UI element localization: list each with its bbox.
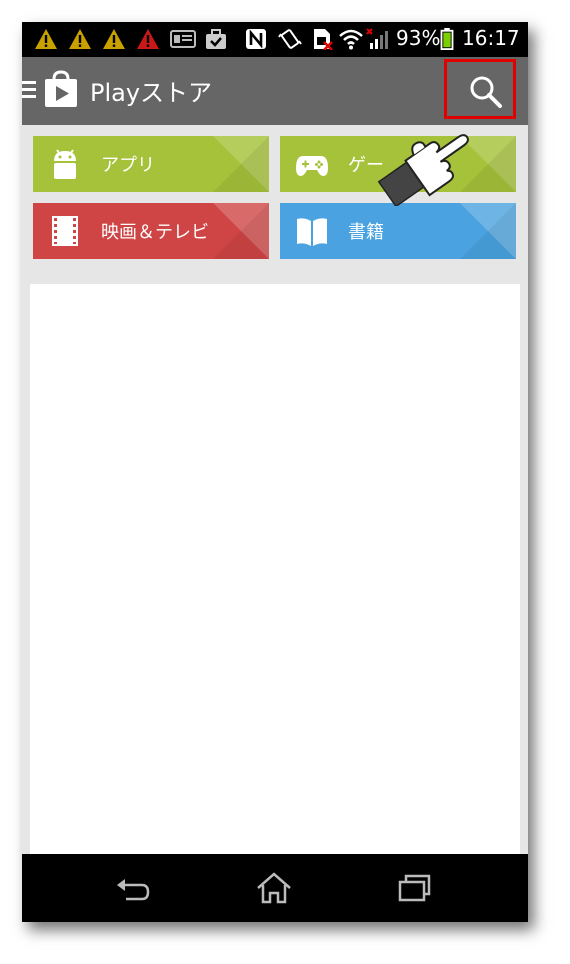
gamepad-icon [296, 156, 328, 176]
tile-corner-decoration [213, 203, 269, 259]
warning-icon [69, 29, 91, 49]
recent-apps-icon[interactable] [394, 868, 434, 908]
tile-label: 映画＆テレビ [101, 222, 209, 243]
warning-icon [103, 29, 125, 49]
android-icon [54, 149, 76, 179]
content-area [30, 284, 520, 858]
tile-label: アプリ [101, 155, 155, 176]
nfc-icon [246, 29, 266, 49]
menu-icon[interactable] [22, 81, 36, 99]
battery-percent: 93% [396, 26, 441, 50]
app-title: Playストア [90, 79, 213, 107]
navigation-bar [22, 854, 528, 922]
tile-label: 書籍 [348, 222, 384, 243]
tile-corner-decoration [213, 136, 269, 192]
home-icon[interactable] [254, 868, 294, 908]
briefcase-icon [206, 29, 226, 49]
sim-icon [314, 29, 333, 50]
warning-icon [35, 29, 57, 49]
category-tile-movies-tv[interactable]: 映画＆テレビ [33, 203, 269, 259]
category-tile-books[interactable]: 書籍 [280, 203, 516, 259]
book-icon [297, 218, 327, 246]
play-store-icon[interactable] [44, 70, 78, 108]
info-icon [170, 30, 196, 48]
back-icon[interactable] [114, 868, 154, 908]
vibrate-icon [278, 29, 302, 49]
warning-red-icon [137, 29, 159, 49]
clock: 16:17 [462, 26, 520, 50]
pointing-hand-icon [377, 134, 469, 206]
status-bar: 93% 16:17 [22, 22, 528, 57]
phone-screen: 93% 16:17 Playストア アプリ ゲー 映画＆テレビ 書籍 [22, 22, 528, 922]
signal-icon [366, 28, 388, 49]
film-icon [52, 216, 78, 246]
battery-icon [440, 28, 454, 50]
tile-corner-decoration [460, 203, 516, 259]
category-tile-apps[interactable]: アプリ [33, 136, 269, 192]
wifi-icon [339, 29, 363, 50]
